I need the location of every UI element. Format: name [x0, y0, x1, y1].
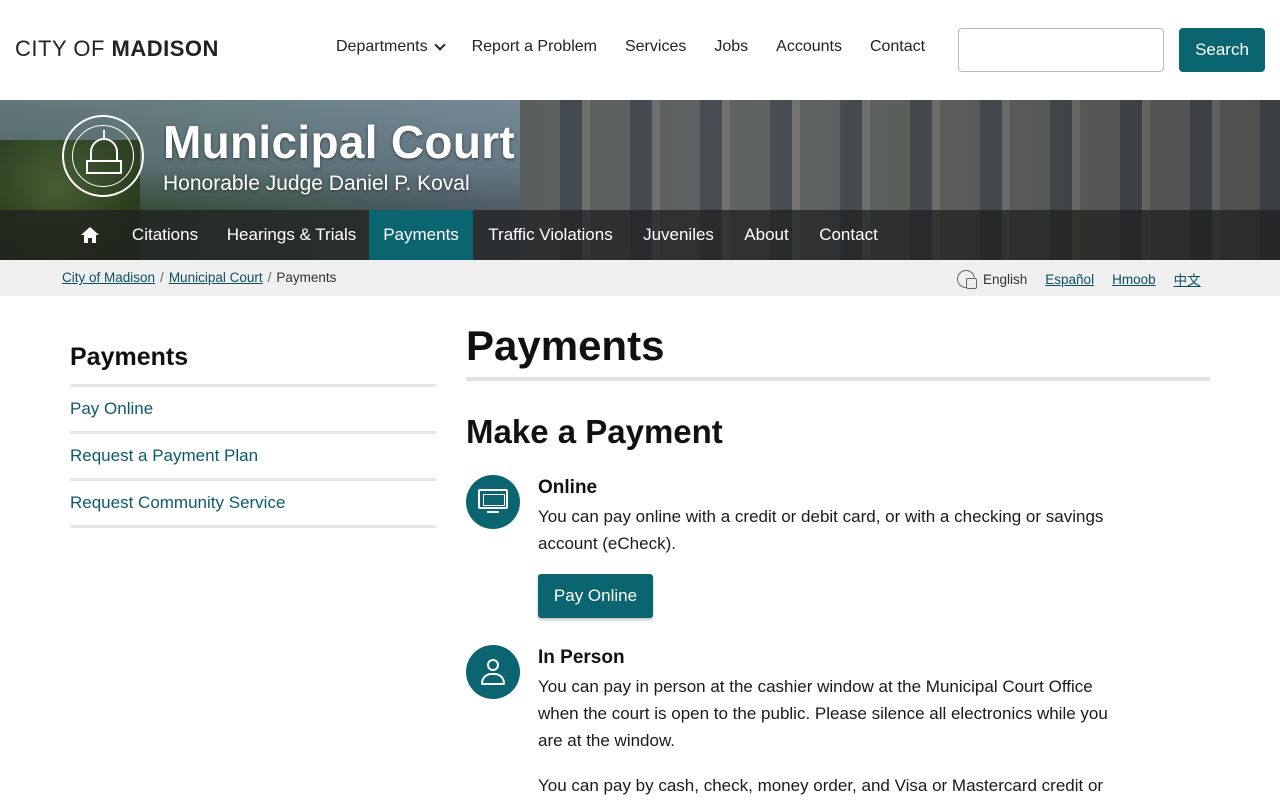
translate-icon [957, 270, 977, 289]
main-nav: Departments Report a Problem Services Jo… [336, 38, 925, 56]
online-description: You can pay online with a credit or debi… [538, 507, 1104, 553]
in-person-heading: In Person [538, 647, 625, 668]
nav-departments-label: Departments [336, 38, 428, 55]
banner-title: Municipal Court [163, 116, 516, 168]
sidebar-item-community-service[interactable]: Request Community Service [70, 493, 285, 513]
breadcrumb-municipal-court[interactable]: Municipal Court [169, 270, 263, 285]
logo-text-bold: MADISON [111, 36, 219, 61]
sidebar-divider [70, 384, 436, 387]
language-espanol[interactable]: Español [1045, 272, 1094, 287]
in-person-description: You can pay in person at the cashier win… [538, 677, 1108, 750]
tab-about[interactable]: About [729, 210, 804, 260]
tab-hearings-trials[interactable]: Hearings & Trials [214, 210, 369, 260]
tab-contact[interactable]: Contact [804, 210, 893, 260]
nav-report-a-problem[interactable]: Report a Problem [472, 38, 597, 56]
pay-online-button[interactable]: Pay Online [538, 574, 653, 618]
sidebar-item-pay-online[interactable]: Pay Online [70, 399, 153, 419]
tab-juveniles[interactable]: Juveniles [628, 210, 729, 260]
breadcrumb-current: Payments [276, 270, 337, 285]
nav-jobs[interactable]: Jobs [714, 38, 748, 56]
breadcrumb-bar: City of Madison / Municipal Court / Paym… [0, 260, 1280, 296]
nav-departments[interactable]: Departments [336, 38, 446, 56]
city-logo[interactable]: CITY OF MADISON [15, 36, 219, 62]
language-current: English [983, 271, 1028, 287]
sidebar-title: Payments [70, 343, 189, 371]
monitor-icon [466, 475, 520, 529]
person-icon [466, 645, 520, 699]
city-seal [62, 115, 144, 197]
language-hmoob[interactable]: Hmoob [1112, 272, 1156, 287]
online-heading: Online [538, 477, 598, 498]
tab-traffic-violations[interactable]: Traffic Violations [473, 210, 628, 260]
breadcrumb-separator: / [160, 270, 164, 285]
sidebar-divider [70, 431, 436, 434]
nav-services[interactable]: Services [625, 38, 686, 56]
page-title: Payments [466, 322, 665, 369]
language-chinese[interactable]: 中文 [1174, 269, 1201, 289]
banner-subtitle: Honorable Judge Daniel P. Koval [163, 172, 470, 195]
language-selector: English Español Hmoob 中文 [957, 269, 1219, 289]
search-button[interactable]: Search [1179, 28, 1265, 72]
breadcrumb: City of Madison / Municipal Court / Paym… [62, 270, 336, 285]
tab-payments[interactable]: Payments [369, 210, 473, 260]
in-person-payment-methods: You can pay by cash, check, money order,… [538, 776, 1104, 795]
nav-contact[interactable]: Contact [870, 38, 925, 56]
nav-accounts[interactable]: Accounts [776, 38, 842, 56]
page-banner: Municipal Court Honorable Judge Daniel P… [0, 100, 1280, 260]
breadcrumb-city-of-madison[interactable]: City of Madison [62, 270, 155, 285]
title-divider [466, 377, 1210, 381]
section-nav: Citations Hearings & Trials Payments Tra… [0, 210, 1280, 260]
sidebar-item-payment-plan[interactable]: Request a Payment Plan [70, 446, 258, 466]
sidebar-divider [70, 478, 436, 481]
tab-citations[interactable]: Citations [116, 210, 214, 260]
sidebar-divider [70, 525, 436, 528]
section-heading: Make a Payment [466, 413, 723, 450]
chevron-down-icon [433, 38, 446, 51]
logo-text-light: CITY OF [15, 36, 105, 61]
home-icon[interactable] [76, 210, 104, 260]
site-header: CITY OF MADISON Departments Report a Pro… [0, 0, 1280, 100]
search-input[interactable] [958, 28, 1164, 72]
breadcrumb-separator: / [267, 270, 272, 285]
